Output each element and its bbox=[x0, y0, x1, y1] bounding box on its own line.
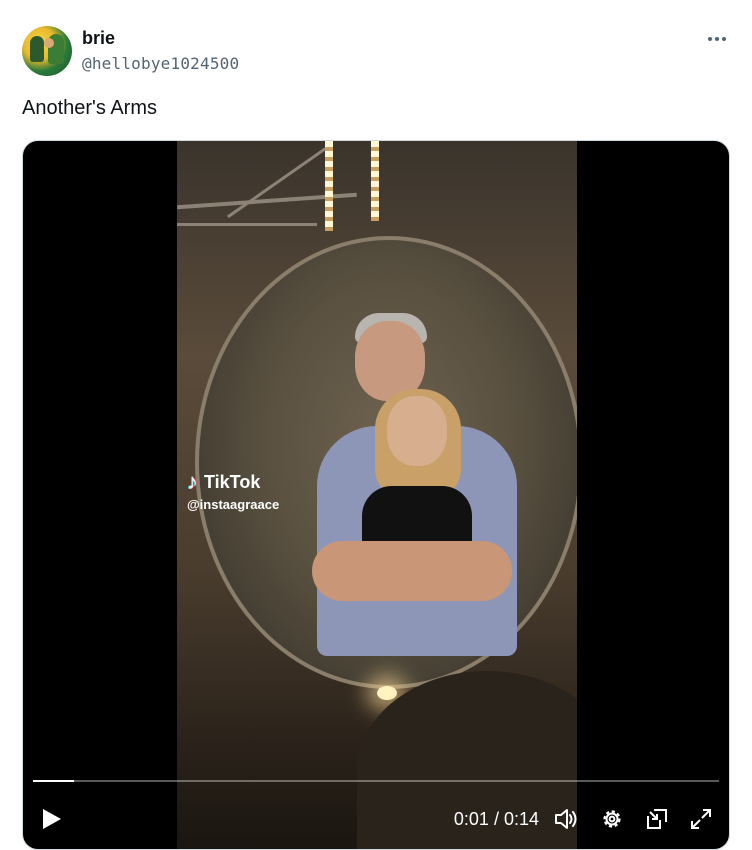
truss-beam bbox=[226, 146, 328, 219]
picture-in-picture-button[interactable] bbox=[644, 806, 670, 832]
stage-lights bbox=[371, 141, 379, 221]
volume-icon bbox=[555, 809, 577, 829]
time-display: 0:01 / 0:14 bbox=[454, 809, 539, 830]
more-options-button[interactable] bbox=[704, 28, 730, 50]
more-horizontal-icon bbox=[708, 37, 712, 41]
tiktok-watermark: ♪ TikTok bbox=[187, 469, 260, 495]
avatar[interactable] bbox=[22, 26, 72, 76]
play-button[interactable] bbox=[37, 805, 65, 833]
volume-button[interactable] bbox=[553, 806, 579, 832]
time-separator: / bbox=[488, 809, 504, 829]
picture-in-picture-icon bbox=[647, 809, 667, 829]
tweet-text: Another's Arms bbox=[22, 97, 157, 119]
settings-button[interactable] bbox=[599, 806, 625, 832]
video-frame[interactable]: ♪ TikTok @instaagraace bbox=[177, 141, 577, 849]
avatar-face bbox=[44, 38, 54, 48]
video-controls: 0:01 / 0:14 bbox=[23, 791, 729, 847]
gear-icon bbox=[603, 810, 621, 828]
duration: 0:14 bbox=[503, 809, 539, 829]
fullscreen-icon bbox=[691, 809, 711, 829]
person-woman-head bbox=[387, 396, 447, 466]
more-horizontal-icon bbox=[722, 37, 726, 41]
truss-beam bbox=[177, 223, 317, 226]
embracing-arms bbox=[312, 541, 512, 601]
stage-spotlight bbox=[377, 686, 397, 700]
progress-bar[interactable] bbox=[33, 780, 719, 782]
more-horizontal-icon bbox=[715, 37, 719, 41]
tiktok-logo-icon: ♪ bbox=[187, 469, 198, 494]
current-time: 0:01 bbox=[453, 809, 489, 829]
avatar-figure bbox=[30, 36, 44, 62]
author-handle[interactable]: @hellobye1024500 bbox=[82, 54, 239, 73]
stage-lights bbox=[325, 141, 333, 231]
tiktok-username: @instaagraace bbox=[187, 497, 280, 512]
video-player[interactable]: ♪ TikTok @instaagraace 0:01 / 0:14 bbox=[22, 140, 730, 850]
play-icon bbox=[43, 809, 61, 829]
fullscreen-button[interactable] bbox=[688, 806, 714, 832]
author-name[interactable]: brie bbox=[82, 28, 115, 49]
progress-fill bbox=[33, 780, 75, 782]
tiktok-label: TikTok bbox=[204, 471, 261, 492]
